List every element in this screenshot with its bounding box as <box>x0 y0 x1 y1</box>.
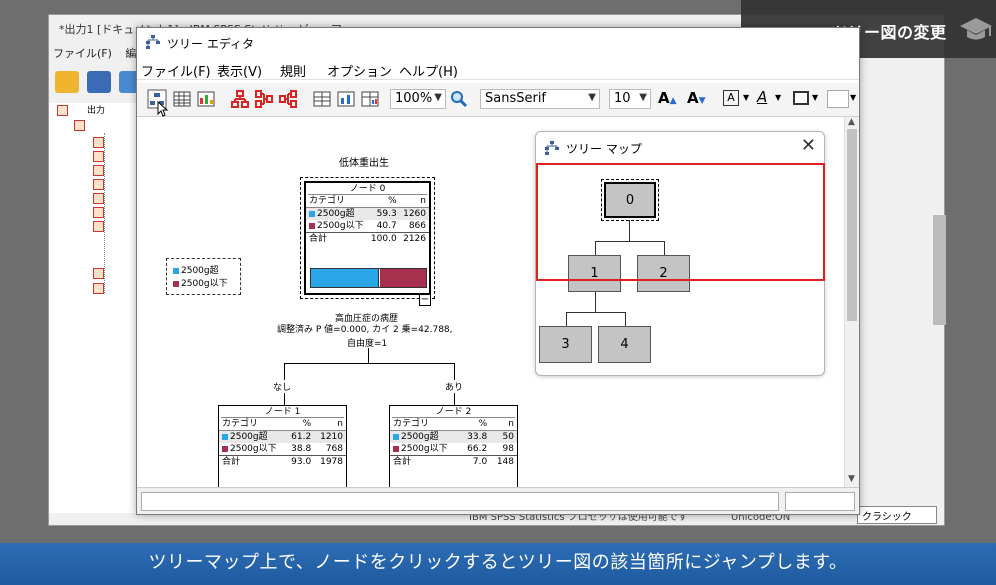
bar-2500g-over <box>311 269 379 287</box>
outline-node-icon[interactable] <box>93 165 104 176</box>
font-family-select[interactable]: SansSerif ▼ <box>480 89 600 109</box>
outline-node-icon[interactable] <box>93 207 104 218</box>
legend-item: 2500g以下 <box>173 276 234 289</box>
output-node-icon[interactable] <box>57 105 68 116</box>
node-table-icon[interactable] <box>312 89 332 109</box>
tree-map-title: ツリー マップ <box>566 142 642 156</box>
output-outline-tree: 出力 <box>49 103 139 513</box>
save-icon[interactable] <box>87 71 111 93</box>
legend-swatch-icon <box>173 267 179 274</box>
text-alignment-icon[interactable]: A <box>723 90 739 106</box>
menu-view[interactable]: 表示(V) <box>217 61 262 80</box>
editor-statusbar <box>137 487 859 514</box>
zoom-value: 100% <box>395 91 433 106</box>
tree-top-down-icon[interactable] <box>230 89 250 109</box>
outline-node-icon[interactable] <box>93 137 104 148</box>
chevron-down-icon[interactable]: ▼ <box>850 93 856 102</box>
map-node-3[interactable]: 3 <box>539 326 592 363</box>
open-folder-icon[interactable] <box>55 71 79 93</box>
chart-view-icon[interactable] <box>196 89 216 109</box>
scroll-thumb[interactable] <box>847 129 857 321</box>
font-size-value: 10 <box>614 91 631 106</box>
editor-titlebar: ツリー エディタ <box>137 28 859 58</box>
zoom-select[interactable]: 100% ▼ <box>390 89 446 109</box>
split-statistics: 調整済み P 値=0.000, カイ 2 乗=42.788, <box>277 325 453 335</box>
mouse-cursor-icon <box>157 101 169 117</box>
node-2-table: カテゴリ% n 2500g超 33.8 50 2500g以下 66.2 98 合計 7.0 1… <box>390 418 517 468</box>
node-0-bar-chart <box>310 268 427 288</box>
font-size-select[interactable]: 10 ▼ <box>609 89 651 109</box>
scroll-down-icon[interactable]: ▼ <box>848 474 855 484</box>
tree-editor-logo-icon <box>146 35 160 49</box>
tree-left-right-icon[interactable] <box>278 89 298 109</box>
outline-node-icon[interactable] <box>93 179 104 190</box>
menu-file[interactable]: ファイル(F) <box>141 61 211 80</box>
tree-map-viewport-frame[interactable] <box>536 163 825 281</box>
outline-node-icon[interactable] <box>93 221 104 232</box>
close-icon[interactable]: ✕ <box>801 135 816 156</box>
background-scrollbar[interactable] <box>933 215 946 325</box>
menu-help[interactable]: ヘルプ(H) <box>399 61 458 80</box>
editor-menubar: ファイル(F) 表示(V) 規則 オプション ヘルプ(H) <box>137 58 859 80</box>
chevron-down-icon: ▼ <box>639 92 647 103</box>
text-color-icon[interactable]: A <box>757 88 767 106</box>
editor-toolbar: 100% ▼ SansSerif ▼ 10 ▼ A▲ A▼ A ▼ A ▼ ▼ … <box>137 83 859 117</box>
branch-label-left: なし <box>273 380 292 393</box>
node-1-title: ノード 1 <box>221 406 344 418</box>
chevron-down-icon: ▼ <box>588 92 596 103</box>
node-0-selection[interactable]: ノード 0 カテゴリ% n 2500g超 59.3 1260 2500g以下 40.7 8… <box>300 177 435 299</box>
bar-2500g-under <box>380 269 426 287</box>
chevron-down-icon: ▼ <box>434 92 442 103</box>
editor-title: ツリー エディタ <box>167 37 254 51</box>
outline-node-icon[interactable] <box>93 283 104 294</box>
classic-button[interactable]: クラシック <box>857 506 937 524</box>
chevron-down-icon[interactable]: ▼ <box>812 93 818 102</box>
video-caption: ツリーマップ上で、ノードをクリックするとツリー図の該当箇所にジャンプします。 <box>0 543 996 585</box>
chevron-down-icon[interactable]: ▼ <box>743 93 749 102</box>
menu-rules[interactable]: 規則 <box>280 61 306 80</box>
node-1-table: カテゴリ% n 2500g超 61.2 1210 2500g以下 38.8 768 合計 9… <box>219 418 346 468</box>
border-color-icon[interactable] <box>793 91 809 105</box>
zoom-search-icon[interactable] <box>449 89 469 109</box>
node-2[interactable]: ノード 2 カテゴリ% n 2500g超 33.8 50 2500g以下 66.2 98 … <box>389 405 518 487</box>
collapse-node-icon[interactable]: − <box>419 294 431 306</box>
graduation-cap-icon <box>960 18 992 40</box>
tree-map-logo-icon <box>545 141 559 155</box>
canvas-vertical-scrollbar[interactable]: ▲ ▼ <box>844 117 859 487</box>
legend-swatch-icon <box>173 280 179 287</box>
font-family-value: SansSerif <box>485 91 547 106</box>
tree-right-left-icon[interactable] <box>254 89 274 109</box>
menu-options[interactable]: オプション <box>327 61 392 80</box>
scroll-up-icon[interactable]: ▲ <box>848 117 855 127</box>
bg-menu-file[interactable]: ファイル(F) <box>53 47 112 60</box>
increase-font-icon[interactable]: A▲ <box>658 89 677 107</box>
status-field-secondary <box>785 492 855 511</box>
node-table-chart-icon[interactable] <box>360 89 380 109</box>
status-field-main <box>141 492 779 511</box>
node-0[interactable]: ノード 0 カテゴリ% n 2500g超 59.3 1260 2500g以下 40.7 8… <box>304 181 431 295</box>
tree-title: 低体重出生 <box>339 158 389 169</box>
outline-node-icon[interactable] <box>93 268 104 279</box>
outline-node-icon[interactable] <box>93 151 104 162</box>
node-0-title: ノード 0 <box>308 183 427 195</box>
outline-node-icon[interactable] <box>74 120 85 131</box>
fill-color-icon[interactable] <box>827 90 849 108</box>
node-chart-icon[interactable] <box>336 89 356 109</box>
tree-legend[interactable]: 2500g超 2500g以下 <box>166 258 241 295</box>
legend-item: 2500g超 <box>173 263 234 276</box>
branch-label-right: あり <box>445 380 464 393</box>
table-view-icon[interactable] <box>172 89 192 109</box>
decrease-font-icon[interactable]: A▼ <box>687 89 706 107</box>
node-0-table: カテゴリ% n 2500g超 59.3 1260 2500g以下 40.7 866 合計 1… <box>306 195 429 245</box>
map-node-4[interactable]: 4 <box>598 326 651 363</box>
node-1[interactable]: ノード 1 カテゴリ% n 2500g超 61.2 1210 2500g以下 38.8 7… <box>218 405 347 487</box>
node-2-title: ノード 2 <box>392 406 515 418</box>
outline-node-icon[interactable] <box>93 193 104 204</box>
chevron-down-icon[interactable]: ▼ <box>775 93 781 102</box>
output-node-label[interactable]: 出力 <box>87 103 105 116</box>
tree-map-window: ツリー マップ ✕ 0 1 2 3 4 <box>535 131 825 376</box>
